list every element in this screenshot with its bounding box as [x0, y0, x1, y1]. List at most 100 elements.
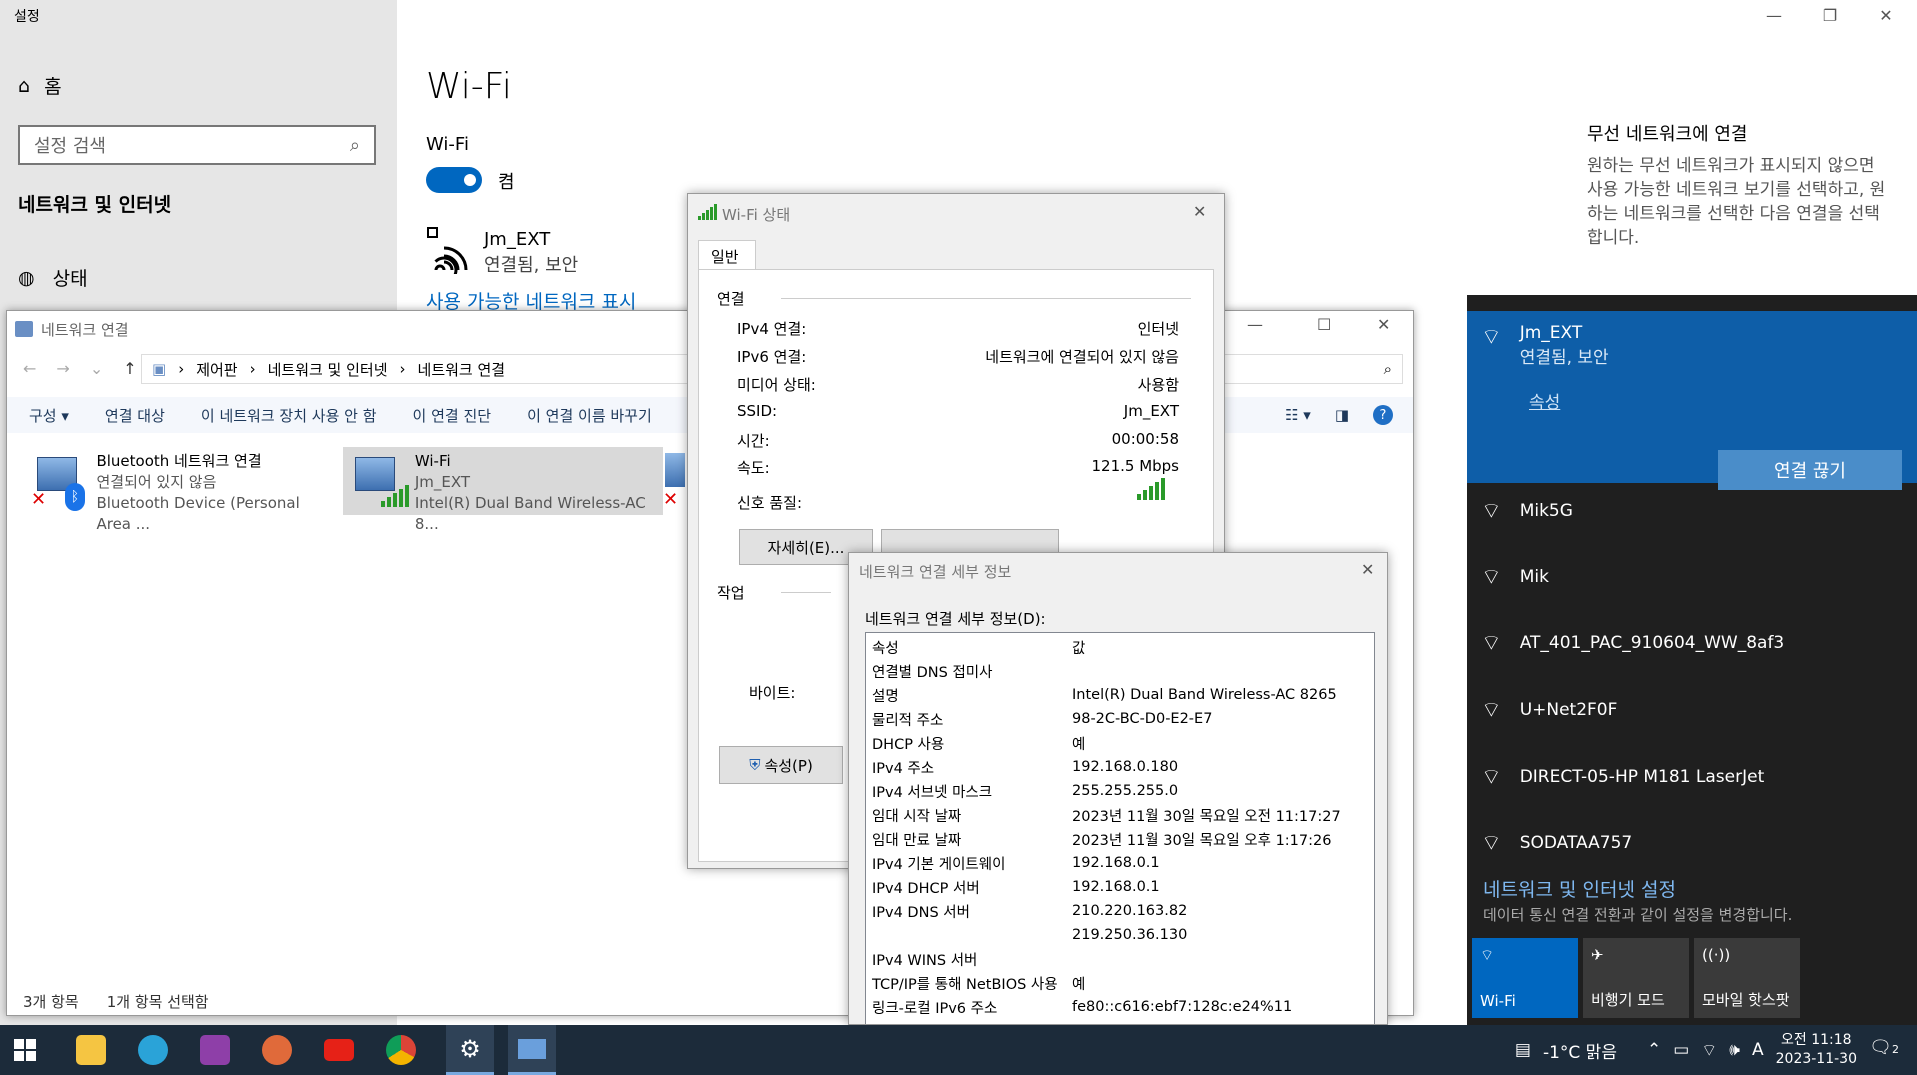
active-network-name: Jm_EXT [1519, 323, 1583, 343]
status-row: SSID: Jm_EXT [737, 402, 1179, 420]
close-button[interactable]: ✕ [1361, 560, 1374, 579]
breadcrumb-item[interactable]: 제어판 [196, 359, 237, 380]
list-item[interactable]: IPv4 주소 192.168.0.180 [872, 755, 1372, 779]
list-item[interactable]: 임대 만료 날짜 2023년 11월 30일 목요일 오후 1:17:26 [872, 827, 1372, 851]
wifi-secure-icon: ⌔ [1481, 698, 1502, 723]
app-icon[interactable] [262, 1035, 292, 1065]
forward-arrow-icon[interactable]: → [56, 359, 69, 378]
breadcrumb-item[interactable]: 네트워크 연결 [418, 359, 506, 380]
close-button[interactable]: ✕ [1858, 0, 1914, 30]
search-icon[interactable]: ⌕ [1384, 360, 1392, 378]
chevron-up-icon[interactable]: ⌃ [1647, 1040, 1661, 1060]
signal-bars-icon [698, 204, 717, 220]
active-network-panel[interactable]: ⌔ Jm_EXT 연결됨, 보안 속성 연결 끊기 [1467, 311, 1917, 490]
adapter-device: Bluetooth Device (Personal Area ... [96, 494, 300, 533]
list-item[interactable]: IPv4 DNS 서버 210.220.163.82 [872, 899, 1372, 923]
dialog-title: Wi-Fi 상태 [722, 206, 791, 224]
wifi-flyout: ⌔ Jm_EXT 연결됨, 보안 속성 연결 끊기 ⌔ Mik5G ⌔ Mik ⌔ A… [1467, 295, 1917, 1025]
organize-menu[interactable]: 구성 ▾ [29, 405, 69, 426]
tile-mobile-hotspot[interactable]: ((·)) 모바일 핫스팟 [1694, 938, 1800, 1018]
wifi-toggle-state: 켬 [498, 172, 515, 193]
maximize-button[interactable]: ☐ [1317, 315, 1331, 334]
disconnect-button[interactable]: 연결 끊기 [1718, 450, 1902, 490]
minimize-button[interactable]: — [1746, 0, 1802, 30]
close-button[interactable]: ✕ [1193, 202, 1206, 221]
list-item[interactable]: DHCP 사용 예 [872, 731, 1372, 755]
disable-device-button[interactable]: 이 네트워크 장치 사용 안 함 [201, 405, 377, 426]
rename-button[interactable]: 이 연결 이름 바꾸기 [527, 405, 652, 426]
notification-center-icon[interactable]: 🗨2 [1869, 1037, 1899, 1058]
youtube-icon[interactable] [324, 1039, 354, 1061]
tab-general[interactable]: 일반 [698, 240, 756, 270]
list-item[interactable]: IPv4 기본 게이트웨이 192.168.0.1 [872, 851, 1372, 875]
adapter-wifi[interactable]: Wi-Fi Jm_EXT Intel(R) Dual Band Wireless… [343, 447, 663, 533]
status-row: IPv6 연결: 네트워크에 연결되어 있지 않음 [737, 348, 1179, 366]
tile-wifi[interactable]: ⌔ Wi-Fi [1472, 938, 1578, 1018]
taskbar: ⚙ ▤ -1°C 맑음 ⌃ ▭ ⌔ 🕪 A 오전 11:18 2023-11-3… [0, 1025, 1917, 1075]
app-icon[interactable] [200, 1035, 230, 1065]
network-item[interactable]: ⌔ AT_401_PAC_910604_WW_8af3 [1481, 629, 1784, 657]
wifi-toggle-label: Wi-Fi [426, 134, 469, 155]
list-item[interactable]: IPv4 WINS 서버 [872, 947, 1372, 971]
view-options-icon[interactable]: ☷ ▾ [1285, 406, 1311, 424]
wifi-secure-icon [426, 226, 470, 280]
chrome-icon[interactable] [386, 1035, 416, 1065]
ime-indicator[interactable]: A [1752, 1040, 1764, 1060]
file-explorer-icon[interactable] [76, 1035, 106, 1065]
weather-text[interactable]: -1°C 맑음 [1543, 1038, 1617, 1063]
back-arrow-icon[interactable]: ← [23, 359, 36, 378]
preview-pane-icon[interactable]: ◨ [1335, 406, 1349, 424]
diagnose-button[interactable]: 이 연결 진단 [413, 405, 492, 426]
wifi-secure-icon: ⌔ [1481, 631, 1502, 656]
bluetooth-icon: ᛒ [65, 483, 85, 511]
active-network: ⌔ Jm_EXT 연결됨, 보안 [1481, 323, 1609, 368]
wifi-secure-icon: ⌔ [1481, 499, 1502, 524]
windows-start-icon[interactable] [14, 1039, 36, 1061]
details-list[interactable]: 속성 값 연결별 DNS 접미사 설명 Intel(R) Dual Band Wi… [865, 632, 1375, 1024]
up-arrow-icon[interactable]: ↑ [123, 359, 136, 378]
network-item[interactable]: ⌔ U+Net2F0F [1481, 696, 1617, 724]
properties-link[interactable]: 속성 [1529, 388, 1560, 413]
column-header-value[interactable]: 값 [1072, 637, 1085, 658]
settings-app-title: 설정 [14, 9, 40, 25]
breadcrumb-item[interactable]: 네트워크 및 인터넷 [268, 359, 388, 380]
network-settings-link[interactable]: 네트워크 및 인터넷 설정 [1483, 875, 1676, 902]
list-item[interactable]: IPv4 서브넷 마스크 255.255.255.0 [872, 779, 1372, 803]
clock[interactable]: 오전 11:18 2023-11-30 [1776, 1031, 1857, 1069]
list-item[interactable]: 임대 시작 날짜 2023년 11월 30일 목요일 오전 11:17:27 [872, 803, 1372, 827]
list-item[interactable]: 연결별 DNS 접미사 [872, 659, 1372, 683]
properties-button[interactable]: ⛨ 속성(P) [719, 746, 843, 784]
network-item[interactable]: ⌔ Mik5G [1481, 497, 1573, 525]
tablet-icon[interactable]: ▭ [1673, 1040, 1689, 1060]
close-button[interactable]: ✕ [1377, 315, 1390, 334]
status-row: 시간: 00:00:58 [737, 430, 1179, 450]
list-item[interactable]: TCP/IP를 통해 NetBIOS 사용 예 [872, 971, 1372, 995]
list-item[interactable]: 설명 Intel(R) Dual Band Wireless-AC 8265 [872, 683, 1372, 707]
list-item[interactable]: 물리적 주소 98-2C-BC-D0-E2-E7 [872, 707, 1372, 731]
network-settings-description: 데이터 통신 연결 전환과 같이 설정을 변경합니다. [1483, 906, 1793, 924]
network-item[interactable]: ⌔ SODATAA757 [1481, 829, 1632, 857]
list-item[interactable]: 219.250.36.130 [872, 923, 1372, 947]
list-item[interactable]: IPv4 DHCP 서버 192.168.0.1 [872, 875, 1372, 899]
connect-to-button[interactable]: 연결 대상 [105, 405, 165, 426]
connection-details-dialog: 네트워크 연결 세부 정보 ✕ 네트워크 연결 세부 정보(D): 속성 값 연… [848, 552, 1388, 1025]
help-icon[interactable]: ? [1373, 405, 1393, 425]
tile-airplane-mode[interactable]: ✈ 비행기 모드 [1583, 938, 1689, 1018]
control-panel-taskbar-icon[interactable] [508, 1025, 556, 1075]
wifi-toggle[interactable] [426, 167, 482, 193]
network-item[interactable]: ⌔ Mik [1481, 563, 1549, 591]
list-item[interactable]: 링크-로컬 IPv6 주소 fe80::c616:ebf7:128c:e24%11 [872, 995, 1372, 1019]
sidebar-item-status[interactable]: ◍ 상태 [18, 264, 88, 291]
column-header-property[interactable]: 속성 [872, 637, 1072, 658]
volume-icon[interactable]: 🕪 [1729, 1040, 1740, 1060]
chevron-down-icon[interactable]: ⌄ [90, 359, 103, 378]
network-item[interactable]: ⌔ DIRECT-05-HP M181 LaserJet [1481, 763, 1764, 791]
wifi-icon[interactable]: ⌔ [1701, 1040, 1717, 1061]
settings-gear-icon[interactable]: ⚙ [446, 1025, 494, 1075]
minimize-button[interactable]: — [1247, 315, 1263, 334]
sidebar-item-home[interactable]: ⌂ 홈 [18, 72, 62, 99]
settings-search-input[interactable]: 설정 검색 ⌕ [18, 125, 376, 165]
restore-button[interactable]: ❐ [1802, 0, 1858, 30]
edge-icon[interactable] [138, 1035, 168, 1065]
adapter-bluetooth[interactable]: ✕ ᛒ Bluetooth 네트워크 연결 연결되어 있지 않음 Bluetoo… [25, 447, 345, 533]
